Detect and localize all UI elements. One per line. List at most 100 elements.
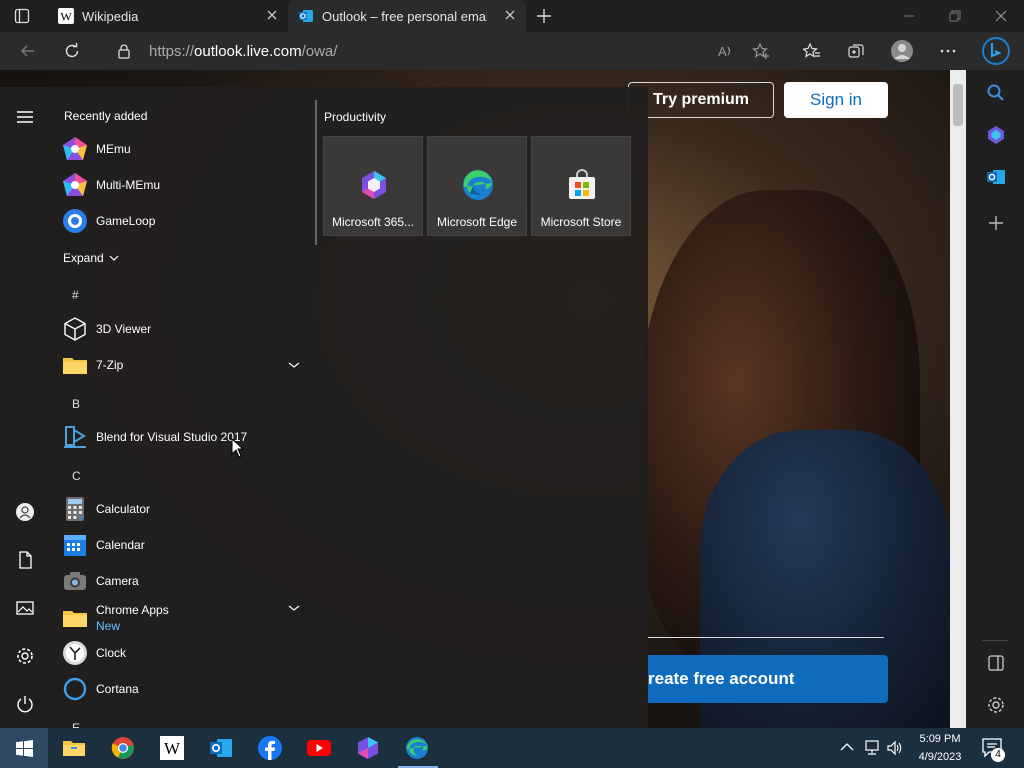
divider — [648, 637, 884, 638]
minimize-icon[interactable] — [901, 8, 917, 24]
back-icon[interactable] — [19, 42, 37, 60]
chevron-down-icon[interactable] — [288, 604, 300, 612]
outlook-favicon-icon — [299, 10, 313, 22]
page-scrollbar[interactable] — [950, 70, 966, 728]
close-tab-icon[interactable] — [504, 9, 516, 21]
tab-wikipedia[interactable]: W Wikipedia — [48, 0, 288, 32]
outlook-icon[interactable] — [986, 167, 1006, 187]
outlook-app-icon[interactable] — [209, 736, 233, 760]
letter-c[interactable]: C — [72, 469, 81, 483]
network-icon[interactable] — [863, 740, 881, 756]
file-explorer-icon[interactable] — [62, 736, 86, 760]
hide-sidebar-icon[interactable] — [986, 653, 1006, 673]
taskbar-date[interactable]: 4/9/2023 — [916, 751, 964, 763]
new-badge: New — [96, 619, 121, 633]
app-cortana[interactable]: Cortana — [62, 674, 139, 704]
youtube-icon[interactable] — [307, 736, 331, 760]
edge-sidebar — [966, 70, 1024, 728]
calculator-icon — [66, 497, 84, 521]
favorites-icon[interactable] — [803, 42, 821, 60]
cortana-icon — [63, 677, 87, 701]
app-calculator[interactable]: Calculator — [62, 494, 150, 524]
svg-text:W: W — [60, 10, 72, 24]
close-window-icon[interactable] — [993, 8, 1009, 24]
app-blend[interactable]: Blend for Visual Studio 2017 — [62, 422, 247, 452]
edge-taskbar-icon[interactable] — [405, 736, 429, 760]
app-label: Blend for Visual Studio 2017 — [96, 430, 248, 444]
settings-icon[interactable] — [986, 695, 1006, 715]
app-label: Calendar — [96, 538, 145, 552]
app-memu[interactable]: MEmu — [62, 134, 131, 164]
close-tab-icon[interactable] — [266, 9, 278, 21]
app-7-zip[interactable]: 7-Zip — [62, 350, 123, 380]
search-icon[interactable] — [986, 83, 1006, 103]
collections-icon[interactable] — [847, 42, 865, 60]
new-tab-icon[interactable] — [535, 7, 553, 25]
add-favorite-icon[interactable] — [752, 42, 770, 60]
app-label: Clock — [96, 646, 127, 660]
pictures-icon[interactable] — [15, 598, 35, 618]
try-premium-button[interactable]: Try premium — [628, 82, 774, 118]
power-icon[interactable] — [15, 694, 35, 714]
app-chrome-apps[interactable]: Chrome Apps New — [62, 600, 169, 636]
volume-icon[interactable] — [886, 740, 904, 756]
app-multi-memu[interactable]: Multi-MEmu — [62, 170, 160, 200]
copilot-icon[interactable] — [986, 125, 1006, 145]
bing-copilot-icon[interactable] — [982, 36, 1010, 66]
store-icon — [569, 169, 595, 199]
more-options-icon[interactable] — [939, 42, 957, 60]
lock-icon[interactable] — [117, 43, 131, 59]
tab-outlook[interactable]: Outlook – free personal email an — [288, 0, 526, 32]
tab-bar: W Wikipedia Outlook – free personal emai… — [0, 0, 1024, 32]
url-prefix: https:// — [149, 43, 195, 60]
app-calendar[interactable]: Calendar — [62, 530, 145, 560]
user-account-icon[interactable] — [15, 502, 35, 522]
sidebar-divider — [982, 640, 1008, 641]
app-label: 7-Zip — [96, 358, 124, 372]
chevron-down-icon[interactable] — [288, 361, 300, 369]
wikipedia-icon[interactable]: W — [160, 736, 184, 760]
url-text[interactable]: https://outlook.live.com/owa/ — [149, 43, 337, 60]
expand-button[interactable]: Expand — [63, 243, 119, 273]
letter-b[interactable]: B — [72, 397, 80, 411]
taskbar-time[interactable]: 5:09 PM — [918, 733, 962, 745]
restore-icon[interactable] — [947, 8, 963, 24]
microsoft-365-taskbar-icon[interactable] — [356, 736, 380, 760]
camera-icon — [64, 572, 86, 590]
tile-microsoft-365[interactable]: Microsoft 365... — [323, 136, 423, 236]
letter-hash[interactable]: # — [72, 288, 79, 302]
start-button[interactable] — [0, 728, 48, 768]
app-3d-viewer[interactable]: 3D Viewer — [62, 314, 151, 344]
documents-icon[interactable] — [15, 550, 35, 570]
gameloop-icon — [63, 209, 87, 233]
tile-microsoft-store[interactable]: Microsoft Store — [531, 136, 631, 236]
scrollbar-thumb[interactable] — [953, 84, 963, 126]
mouse-cursor-icon — [231, 438, 245, 458]
app-label: Multi-MEmu — [96, 178, 161, 192]
app-gameloop[interactable]: GameLoop — [62, 206, 155, 236]
profile-avatar-icon[interactable] — [890, 39, 914, 63]
read-aloud-icon[interactable]: A — [716, 42, 734, 60]
svg-text:W: W — [164, 739, 181, 758]
hamburger-menu-icon[interactable] — [15, 107, 35, 127]
app-camera[interactable]: Camera — [62, 566, 139, 596]
chrome-icon[interactable] — [111, 736, 135, 760]
tile-microsoft-edge[interactable]: Microsoft Edge — [427, 136, 527, 236]
memu-icon — [63, 137, 87, 160]
letter-e[interactable]: E — [72, 721, 80, 728]
chevron-up-icon[interactable] — [840, 742, 854, 752]
sign-in-button[interactable]: Sign in — [784, 82, 888, 118]
settings-gear-icon[interactable] — [15, 646, 35, 666]
app-clock[interactable]: Clock — [62, 638, 126, 668]
tile-label: Microsoft Edge — [436, 215, 518, 229]
edge-icon — [463, 170, 493, 200]
refresh-icon[interactable] — [63, 42, 81, 60]
wikipedia-favicon-icon: W — [58, 8, 74, 24]
tab-actions-icon[interactable] — [14, 8, 30, 24]
facebook-icon[interactable] — [258, 736, 282, 760]
create-account-button[interactable]: reate free account — [648, 655, 888, 703]
app-label: MEmu — [96, 142, 131, 156]
column-divider — [315, 100, 317, 245]
add-icon[interactable] — [986, 213, 1006, 233]
app-label: GameLoop — [96, 214, 156, 228]
